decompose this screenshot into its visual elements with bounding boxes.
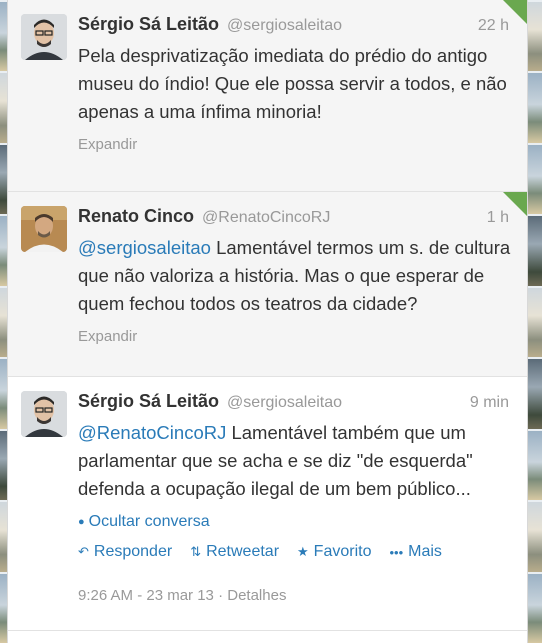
retweet-button[interactable]: ⇅ Retweetar	[190, 543, 279, 561]
retweet-label: Retweetar	[206, 543, 280, 560]
tweet-timestamp[interactable]: 9:26 AM - 23 mar 13	[78, 587, 214, 604]
retweet-icon: ⇅	[190, 544, 202, 559]
tweet-body: Pela desprivatização imediata do prédio …	[78, 45, 507, 122]
tweet-time[interactable]: 9 min	[470, 394, 515, 412]
tweet-item-expanded[interactable]: Sérgio Sá Leitão @sergiosaleitao 9 min @…	[8, 377, 527, 631]
tweet-username[interactable]: @sergiosaleitao	[227, 17, 342, 35]
tweet-text: @RenatoCincoRJ Lamentável também que um …	[78, 419, 515, 503]
favorite-label: Favorito	[313, 543, 372, 560]
star-icon: ★	[297, 544, 309, 559]
tweet-username[interactable]: @RenatoCincoRJ	[202, 209, 330, 227]
tweet-fullname[interactable]: Sérgio Sá Leitão	[78, 391, 219, 412]
mention-link[interactable]: @sergiosaleitao	[78, 237, 211, 258]
expand-link[interactable]: Expandir	[78, 136, 515, 153]
retweet-corner-badge	[503, 0, 527, 24]
tweet-text: Pela desprivatização imediata do prédio …	[78, 42, 515, 126]
reply-icon: ↶	[78, 544, 89, 559]
tweet-metadata: 9:26 AM - 23 mar 13 · Detalhes	[78, 587, 515, 604]
meta-separator: ·	[213, 587, 228, 604]
tweet-fullname[interactable]: Sérgio Sá Leitão	[78, 14, 219, 35]
expand-link[interactable]: Expandir	[78, 328, 515, 345]
avatar[interactable]	[21, 14, 67, 60]
retweet-corner-badge	[503, 192, 527, 216]
speech-bubble-icon: ●	[78, 516, 85, 528]
tweet-item[interactable]: Renato Cinco @RenatoCincoRJ 1 h @sergios…	[8, 192, 527, 377]
details-link[interactable]: Detalhes	[227, 587, 286, 604]
tweet-fullname[interactable]: Renato Cinco	[78, 206, 194, 227]
hide-conversation-link[interactable]: ● Ocultar conversa	[78, 513, 515, 531]
tweet-timeline: Sérgio Sá Leitão @sergiosaleitao 22 h Pe…	[7, 0, 528, 643]
more-button[interactable]: ••• Mais	[389, 543, 441, 561]
tweet-actions: ↶ Responder ⇅ Retweetar ★ Favorito ••• M…	[78, 543, 515, 561]
reply-label: Responder	[93, 543, 173, 560]
tweet-username[interactable]: @sergiosaleitao	[227, 394, 342, 412]
hide-conversation-label: Ocultar conversa	[88, 513, 210, 530]
ellipsis-icon: •••	[389, 544, 404, 560]
reply-button[interactable]: ↶ Responder	[78, 543, 172, 561]
favorite-button[interactable]: ★ Favorito	[297, 543, 371, 561]
more-label: Mais	[408, 543, 442, 560]
mention-link[interactable]: @RenatoCincoRJ	[78, 422, 226, 443]
tweet-item[interactable]: Sérgio Sá Leitão @sergiosaleitao 22 h Pe…	[8, 0, 527, 192]
tweet-text: @sergiosaleitao Lamentável termos um s. …	[78, 234, 515, 318]
avatar[interactable]	[21, 391, 67, 437]
avatar[interactable]	[21, 206, 67, 252]
